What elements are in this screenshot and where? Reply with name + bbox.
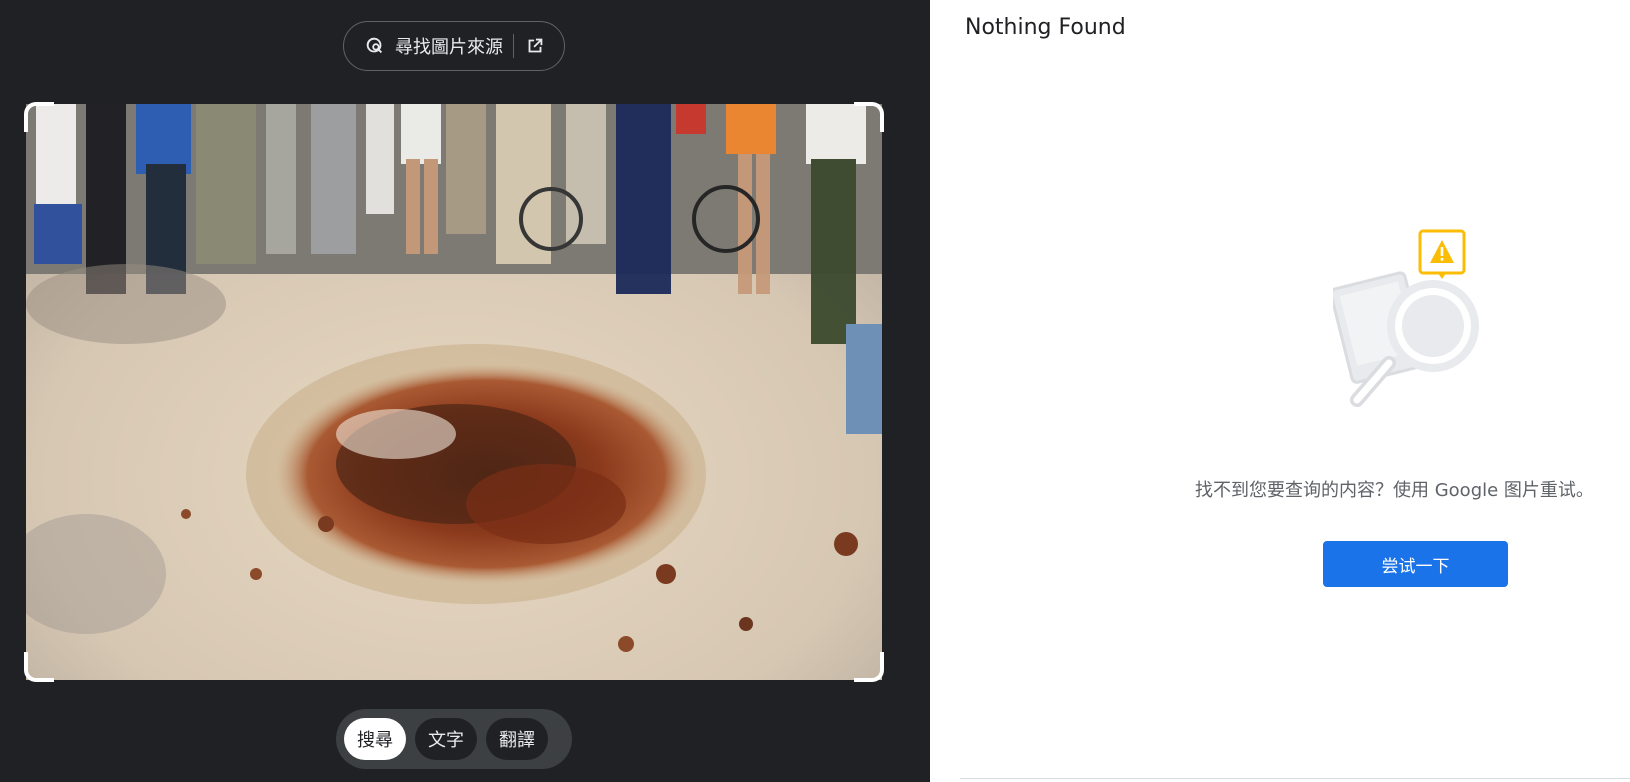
crop-handle-bottom-left[interactable]	[24, 652, 54, 682]
results-panel: Nothing Found 找不到您要查询的内容？使用 Google 图片重试。…	[930, 0, 1630, 782]
crop-handle-top-left[interactable]	[24, 102, 54, 132]
mode-text-button[interactable]: 文字	[415, 718, 477, 760]
lens-mode-switcher: 搜尋 文字 翻譯	[336, 709, 572, 769]
pill-divider	[513, 34, 514, 58]
find-image-source-button[interactable]: 尋找圖片來源	[343, 21, 565, 71]
open-in-new-icon[interactable]	[524, 35, 546, 57]
results-title: Nothing Found	[965, 15, 1126, 40]
bottom-divider	[960, 778, 1630, 779]
crop-handle-top-right[interactable]	[854, 102, 884, 132]
lens-image-panel: 尋找圖片來源 搜尋 文字 翻譯	[0, 0, 930, 782]
mode-translate-button[interactable]: 翻譯	[486, 718, 548, 760]
no-results-magnifier-warning-icon	[1329, 228, 1493, 418]
no-results-message: 找不到您要查询的内容？使用 Google 图片重试。	[1195, 480, 1594, 501]
mode-search-button[interactable]: 搜尋	[344, 718, 406, 760]
google-lens-icon	[364, 35, 386, 57]
find-image-source-label: 尋找圖片來源	[395, 37, 503, 58]
crop-handle-bottom-right[interactable]	[854, 652, 884, 682]
try-again-button[interactable]: 尝试一下	[1323, 541, 1508, 587]
uploaded-photo	[26, 104, 882, 680]
